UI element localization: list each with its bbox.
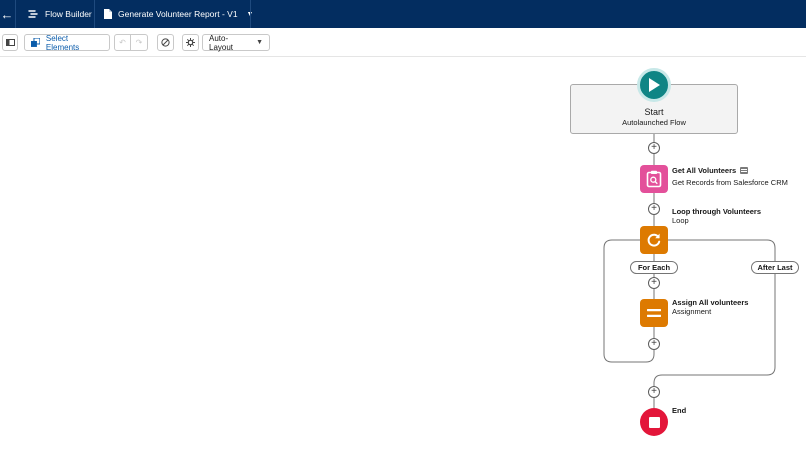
add-element-button[interactable]: + — [648, 142, 660, 154]
plus-icon: + — [651, 338, 657, 349]
loop-node[interactable] — [640, 226, 668, 254]
add-element-button[interactable]: + — [648, 338, 660, 350]
add-element-button[interactable]: + — [648, 386, 660, 398]
get-records-icon — [646, 170, 662, 188]
flow-connectors — [603, 134, 776, 408]
get-records-label-row: Get All Volunteers — [672, 166, 749, 175]
assignment-subtitle: Assignment — [672, 307, 712, 316]
after-last-branch-label: After Last — [751, 261, 799, 274]
start-title: Start — [644, 107, 664, 117]
get-records-node[interactable] — [640, 165, 668, 193]
end-node[interactable] — [640, 408, 668, 436]
get-records-label: Get All Volunteers — [672, 166, 737, 175]
for-each-branch-label: For Each — [630, 261, 678, 274]
assignment-label: Assign All volunteers — [672, 298, 749, 307]
plus-icon: + — [651, 142, 657, 153]
get-records-subtitle: Get Records from Salesforce CRM — [672, 178, 788, 187]
plus-icon: + — [651, 277, 657, 288]
add-element-button[interactable]: + — [648, 277, 660, 289]
play-icon — [649, 78, 660, 92]
assignment-node[interactable] — [640, 299, 668, 327]
add-element-button[interactable]: + — [648, 203, 660, 215]
start-subtitle: Autolaunched Flow — [622, 118, 686, 127]
start-icon[interactable] — [637, 68, 671, 102]
loop-icon — [647, 233, 661, 247]
plus-icon: + — [651, 203, 657, 214]
stop-icon — [648, 416, 660, 428]
loop-label: Loop through Volunteers — [672, 207, 762, 216]
description-icon — [740, 167, 749, 174]
assignment-icon — [647, 309, 661, 317]
loop-subtitle: Loop — [672, 216, 689, 225]
plus-icon: + — [651, 386, 657, 397]
end-label: End — [672, 406, 687, 415]
